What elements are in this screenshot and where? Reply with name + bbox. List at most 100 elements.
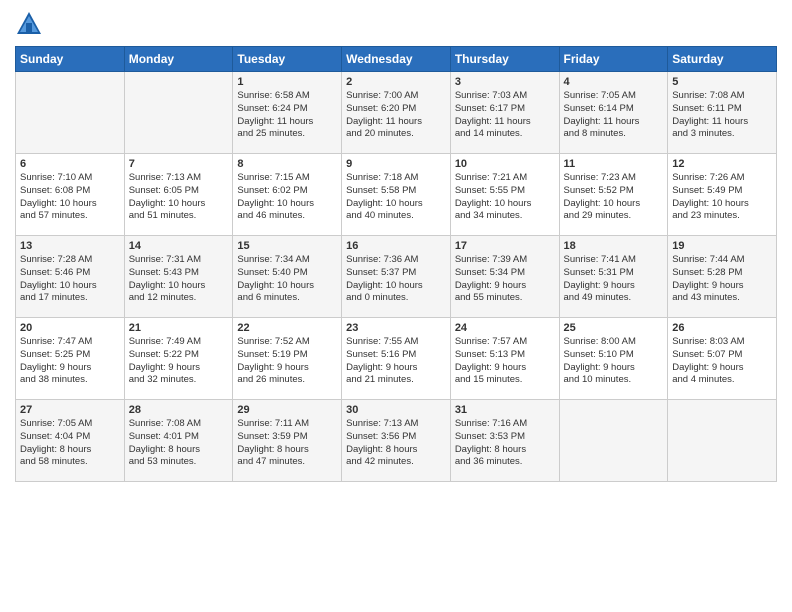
calendar-cell: 24 Sunrise: 7:57 AM Sunset: 5:13 PM Dayli… [450, 318, 559, 400]
calendar-week-row: 20Sunrise: 7:47 AM Sunset: 5:25 PM Dayli… [16, 318, 777, 400]
calendar-cell: 12 Sunrise: 7:26 AM Sunset: 5:49 PM Dayli… [668, 154, 777, 236]
day-number: 23 [346, 322, 446, 334]
calendar-week-row: 6 Sunrise: 7:10 AM Sunset: 6:08 PM Daylig… [16, 154, 777, 236]
day-number: 2 [346, 76, 446, 88]
day-number: 11 [564, 158, 664, 170]
weekday-header-monday: Monday [124, 47, 233, 72]
day-number: 28 [129, 404, 229, 416]
calendar-cell [16, 72, 125, 154]
day-number: 25 [564, 322, 664, 334]
calendar-week-row: 13Sunrise: 7:28 AM Sunset: 5:46 PM Dayli… [16, 236, 777, 318]
calendar-cell: 18 Sunrise: 7:41 AM Sunset: 5:31 PM Dayli… [559, 236, 668, 318]
day-info: Sunrise: 7:05 AM Sunset: 4:04 PM Dayligh… [20, 418, 120, 469]
day-info: Sunrise: 7:49 AM Sunset: 5:22 PM Dayligh… [129, 336, 229, 387]
calendar-table: SundayMondayTuesdayWednesdayThursdayFrid… [15, 46, 777, 482]
weekday-header-wednesday: Wednesday [342, 47, 451, 72]
day-info: Sunrise: 6:58 AM Sunset: 6:24 PM Dayligh… [237, 90, 337, 141]
day-info: Sunrise: 7:15 AM Sunset: 6:02 PM Dayligh… [237, 172, 337, 223]
day-number: 26 [672, 322, 772, 334]
calendar-cell: 8 Sunrise: 7:15 AM Sunset: 6:02 PM Daylig… [233, 154, 342, 236]
day-info: Sunrise: 7:36 AM Sunset: 5:37 PM Dayligh… [346, 254, 446, 305]
day-number: 9 [346, 158, 446, 170]
day-info: Sunrise: 7:03 AM Sunset: 6:17 PM Dayligh… [455, 90, 555, 141]
day-number: 8 [237, 158, 337, 170]
day-number: 22 [237, 322, 337, 334]
day-info: Sunrise: 7:21 AM Sunset: 5:55 PM Dayligh… [455, 172, 555, 223]
day-number: 31 [455, 404, 555, 416]
calendar-cell: 29 Sunrise: 7:11 AM Sunset: 3:59 PM Dayli… [233, 400, 342, 482]
day-number: 13 [20, 240, 120, 252]
calendar-cell: 19Sunrise: 7:44 AM Sunset: 5:28 PM Dayli… [668, 236, 777, 318]
weekday-header-saturday: Saturday [668, 47, 777, 72]
calendar-cell: 16 Sunrise: 7:36 AM Sunset: 5:37 PM Dayli… [342, 236, 451, 318]
day-number: 15 [237, 240, 337, 252]
day-number: 24 [455, 322, 555, 334]
calendar-week-row: 27 Sunrise: 7:05 AM Sunset: 4:04 PM Dayli… [16, 400, 777, 482]
day-number: 19 [672, 240, 772, 252]
day-info: Sunrise: 7:34 AM Sunset: 5:40 PM Dayligh… [237, 254, 337, 305]
day-info: Sunrise: 7:10 AM Sunset: 6:08 PM Dayligh… [20, 172, 120, 223]
day-info: Sunrise: 7:41 AM Sunset: 5:31 PM Dayligh… [564, 254, 664, 305]
calendar-cell: 9Sunrise: 7:18 AM Sunset: 5:58 PM Daylig… [342, 154, 451, 236]
day-info: Sunrise: 7:08 AM Sunset: 4:01 PM Dayligh… [129, 418, 229, 469]
day-info: Sunrise: 7:39 AM Sunset: 5:34 PM Dayligh… [455, 254, 555, 305]
day-number: 18 [564, 240, 664, 252]
calendar-cell: 7 Sunrise: 7:13 AM Sunset: 6:05 PM Daylig… [124, 154, 233, 236]
page: SundayMondayTuesdayWednesdayThursdayFrid… [0, 0, 792, 492]
day-info: Sunrise: 7:31 AM Sunset: 5:43 PM Dayligh… [129, 254, 229, 305]
weekday-header-thursday: Thursday [450, 47, 559, 72]
day-info: Sunrise: 7:08 AM Sunset: 6:11 PM Dayligh… [672, 90, 772, 141]
day-info: Sunrise: 7:11 AM Sunset: 3:59 PM Dayligh… [237, 418, 337, 469]
day-number: 6 [20, 158, 120, 170]
day-info: Sunrise: 7:13 AM Sunset: 3:56 PM Dayligh… [346, 418, 446, 469]
day-info: Sunrise: 7:23 AM Sunset: 5:52 PM Dayligh… [564, 172, 664, 223]
calendar-cell [559, 400, 668, 482]
calendar-cell: 26 Sunrise: 8:03 AM Sunset: 5:07 PM Dayli… [668, 318, 777, 400]
day-number: 7 [129, 158, 229, 170]
day-info: Sunrise: 8:00 AM Sunset: 5:10 PM Dayligh… [564, 336, 664, 387]
calendar-cell: 30Sunrise: 7:13 AM Sunset: 3:56 PM Dayli… [342, 400, 451, 482]
calendar-cell: 14 Sunrise: 7:31 AM Sunset: 5:43 PM Dayli… [124, 236, 233, 318]
calendar-cell: 1 Sunrise: 6:58 AM Sunset: 6:24 PM Daylig… [233, 72, 342, 154]
calendar-cell: 6 Sunrise: 7:10 AM Sunset: 6:08 PM Daylig… [16, 154, 125, 236]
day-number: 12 [672, 158, 772, 170]
day-info: Sunrise: 7:57 AM Sunset: 5:13 PM Dayligh… [455, 336, 555, 387]
calendar-cell: 25 Sunrise: 8:00 AM Sunset: 5:10 PM Dayli… [559, 318, 668, 400]
day-info: Sunrise: 7:52 AM Sunset: 5:19 PM Dayligh… [237, 336, 337, 387]
day-number: 4 [564, 76, 664, 88]
header [15, 10, 777, 38]
logo-icon [15, 10, 43, 38]
day-info: Sunrise: 7:13 AM Sunset: 6:05 PM Dayligh… [129, 172, 229, 223]
weekday-header-friday: Friday [559, 47, 668, 72]
day-number: 29 [237, 404, 337, 416]
weekday-header-sunday: Sunday [16, 47, 125, 72]
calendar-cell: 3Sunrise: 7:03 AM Sunset: 6:17 PM Daylig… [450, 72, 559, 154]
calendar-cell [124, 72, 233, 154]
calendar-cell: 31Sunrise: 7:16 AM Sunset: 3:53 PM Dayli… [450, 400, 559, 482]
calendar-cell [668, 400, 777, 482]
weekday-header-row: SundayMondayTuesdayWednesdayThursdayFrid… [16, 47, 777, 72]
calendar-cell: 15 Sunrise: 7:34 AM Sunset: 5:40 PM Dayli… [233, 236, 342, 318]
day-info: Sunrise: 7:47 AM Sunset: 5:25 PM Dayligh… [20, 336, 120, 387]
day-number: 21 [129, 322, 229, 334]
day-info: Sunrise: 8:03 AM Sunset: 5:07 PM Dayligh… [672, 336, 772, 387]
calendar-cell: 23Sunrise: 7:55 AM Sunset: 5:16 PM Dayli… [342, 318, 451, 400]
day-number: 5 [672, 76, 772, 88]
calendar-cell: 22 Sunrise: 7:52 AM Sunset: 5:19 PM Dayli… [233, 318, 342, 400]
day-number: 10 [455, 158, 555, 170]
day-number: 1 [237, 76, 337, 88]
calendar-cell: 10 Sunrise: 7:21 AM Sunset: 5:55 PM Dayli… [450, 154, 559, 236]
weekday-header-tuesday: Tuesday [233, 47, 342, 72]
day-number: 17 [455, 240, 555, 252]
logo [15, 10, 47, 38]
calendar-cell: 27 Sunrise: 7:05 AM Sunset: 4:04 PM Dayli… [16, 400, 125, 482]
day-number: 27 [20, 404, 120, 416]
calendar-cell: 4Sunrise: 7:05 AM Sunset: 6:14 PM Daylig… [559, 72, 668, 154]
day-number: 16 [346, 240, 446, 252]
day-info: Sunrise: 7:26 AM Sunset: 5:49 PM Dayligh… [672, 172, 772, 223]
day-number: 14 [129, 240, 229, 252]
calendar-cell: 11 Sunrise: 7:23 AM Sunset: 5:52 PM Dayli… [559, 154, 668, 236]
calendar-week-row: 1 Sunrise: 6:58 AM Sunset: 6:24 PM Daylig… [16, 72, 777, 154]
calendar-cell: 13Sunrise: 7:28 AM Sunset: 5:46 PM Dayli… [16, 236, 125, 318]
calendar-cell: 21 Sunrise: 7:49 AM Sunset: 5:22 PM Dayli… [124, 318, 233, 400]
